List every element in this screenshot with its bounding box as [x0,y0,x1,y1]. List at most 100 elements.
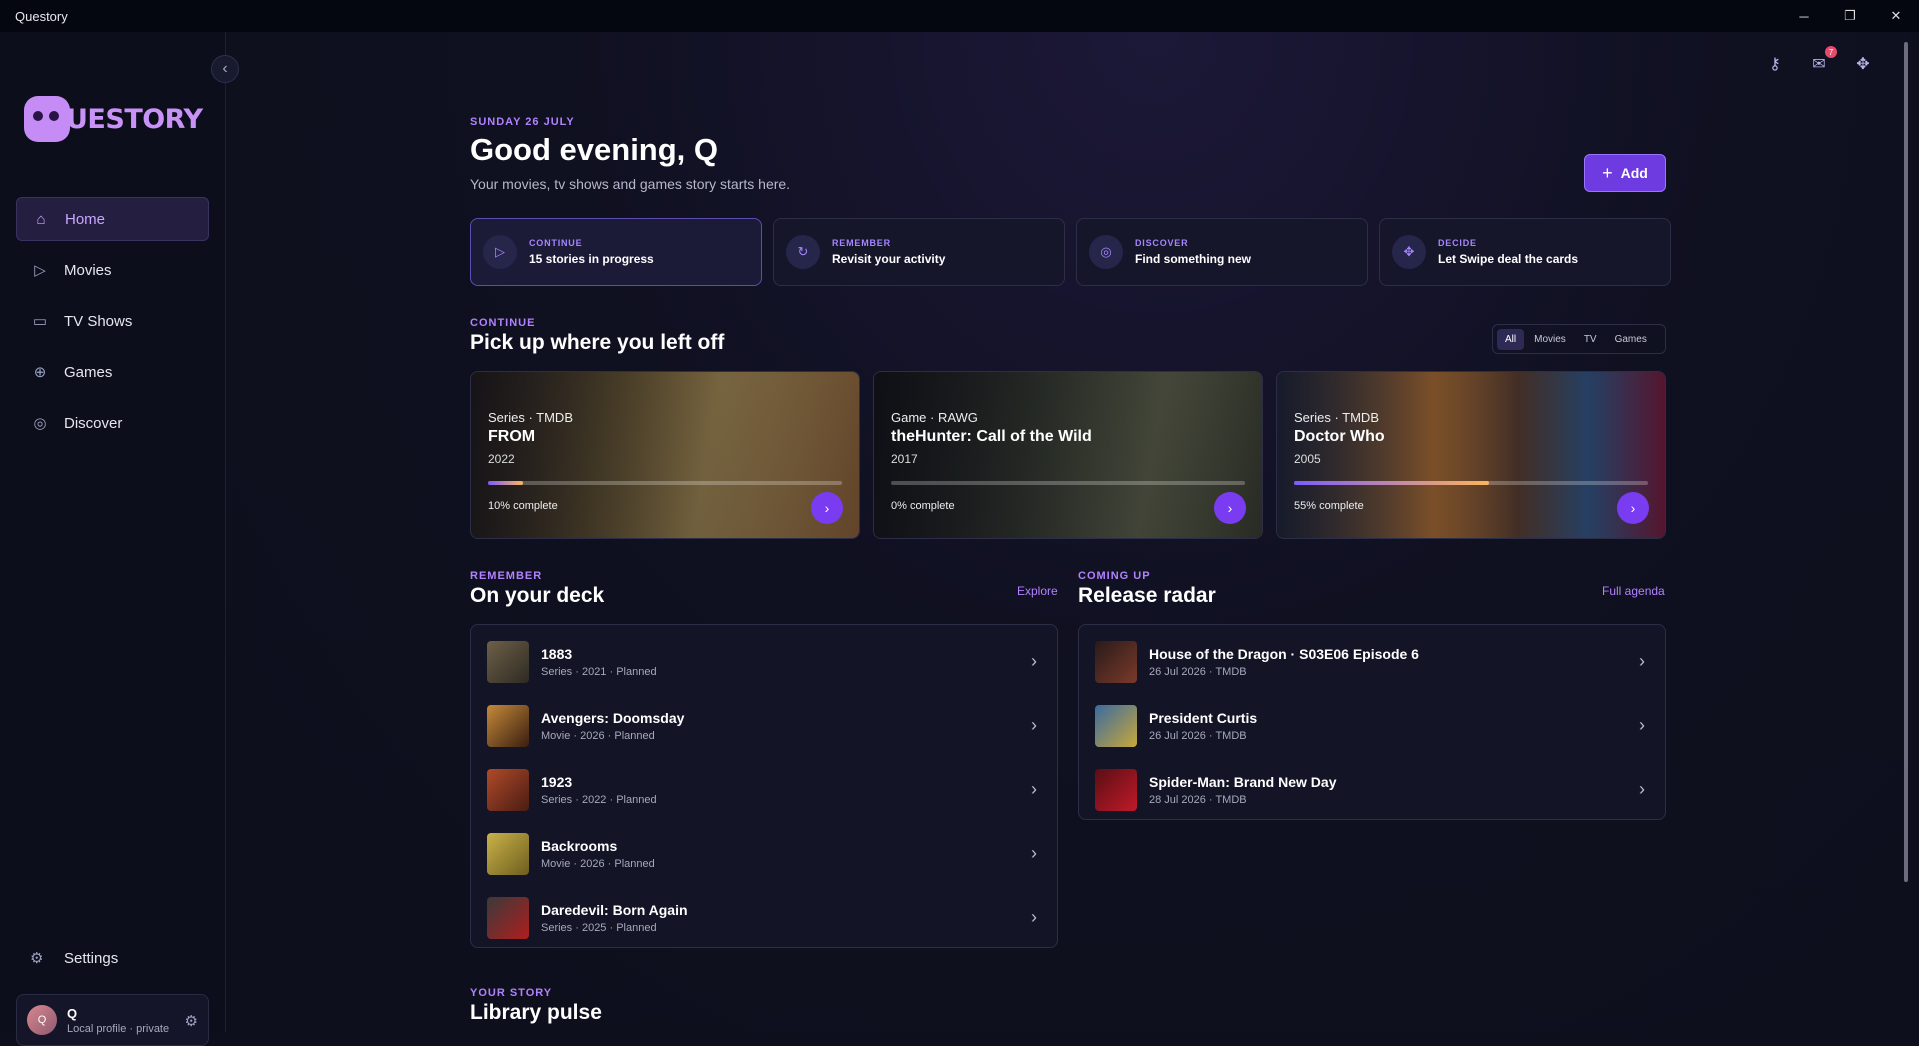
tv-icon: ▭ [32,313,48,330]
section-title: Release radar [1078,584,1216,607]
action-value: 15 stories in progress [529,252,654,266]
poster-thumbnail [1095,705,1137,747]
section-eyebrow: COMING UP [1078,570,1151,582]
poster-thumbnail [1095,769,1137,811]
action-kicker: DECIDE [1438,238,1477,248]
card-meta: Series · TMDB [1294,410,1379,425]
sidebar-item-label: Movies [64,261,112,279]
sidebar-item-tv-shows[interactable]: ▭ TV Shows [16,299,209,343]
swipe-icon: ✥ [1392,235,1426,269]
scrollbar[interactable] [1901,32,1910,1032]
profile-settings-icon[interactable]: ⚙ [185,1012,198,1030]
chevron-right-icon: › [1639,779,1645,799]
progress-bar [891,481,1245,485]
list-item[interactable]: 1883 Series · 2021 · Planned › [487,639,1073,685]
page-subtitle: Your movies, tv shows and games story st… [470,176,791,192]
item-title: President Curtis [1149,710,1258,726]
item-subtitle: Series · 2025 · Planned [541,922,657,934]
item-title: 1923 [541,774,573,790]
app-logo[interactable]: UESTORY [24,96,203,142]
explore-link[interactable]: Explore [1017,584,1058,598]
logo-text: UESTORY [66,103,203,135]
poster-thumbnail [487,641,529,683]
item-subtitle: 26 Jul 2026 · TMDB [1149,666,1247,678]
sidebar-item-games[interactable]: ⊕ Games [16,350,209,394]
section-eyebrow: REMEMBER [470,570,543,582]
section-eyebrow: CONTINUE [470,317,536,329]
list-item[interactable]: Backrooms Movie · 2026 · Planned › [487,831,1073,877]
action-kicker: DISCOVER [1135,238,1189,248]
action-value: Revisit your activity [832,252,946,266]
continue-arrow-button[interactable]: › [1617,492,1649,524]
item-title: Daredevil: Born Again [541,902,688,918]
sidebar-item-label: TV Shows [64,312,133,330]
continue-arrow-button[interactable]: › [1214,492,1246,524]
action-value: Let Swipe deal the cards [1438,252,1579,266]
discover-icon: ◎ [33,415,47,432]
action-discover[interactable]: ◎ DISCOVER Find something new [1076,218,1368,286]
action-kicker: CONTINUE [529,238,583,248]
profile-subtitle: Local profile · private [67,1022,170,1035]
scrollbar-thumb[interactable] [1904,42,1908,882]
list-item[interactable]: House of the Dragon · S03E06 Episode 6 26… [1095,639,1681,685]
card-title: FROM [488,428,536,445]
chevron-right-icon: › [1031,651,1037,671]
sidebar-item-label: Home [65,210,106,228]
gear-icon: ⚙ [30,950,44,967]
item-subtitle: Movie · 2026 · Planned [541,858,655,870]
collapse-sidebar-button[interactable]: ‹ [211,55,239,83]
continue-arrow-button[interactable]: › [811,492,843,524]
add-label: Add [1620,165,1648,181]
list-item[interactable]: Spider-Man: Brand New Day 28 Jul 2026 · T… [1095,767,1681,813]
filter-tv[interactable]: TV [1576,329,1605,350]
list-item[interactable]: 1923 Series · 2022 · Planned › [487,767,1073,813]
minimize-button[interactable]: ─ [1781,0,1827,32]
sidebar-item-home[interactable]: ⌂ Home [16,197,209,241]
action-decide[interactable]: ✥ DECIDE Let Swipe deal the cards [1379,218,1671,286]
sidebar-item-movies[interactable]: ▷ Movies [16,248,209,292]
key-icon[interactable]: ⚷ [1763,52,1787,76]
item-title: 1883 [541,646,573,662]
logo-mascot-icon [24,96,70,142]
profile-card[interactable]: Q Q Local profile · private ⚙ [16,994,209,1046]
window-title: Questory [15,8,68,24]
progress-fill [1294,481,1489,485]
poster-thumbnail [487,833,529,875]
item-title: Avengers: Doomsday [541,710,685,726]
card-year: 2017 [891,452,918,466]
add-button[interactable]: + Add [1584,154,1666,192]
deck-header: REMEMBER On your deck [470,570,604,608]
action-remember[interactable]: ↻ REMEMBER Revisit your activity [773,218,1065,286]
gamepad-icon: ⊕ [33,364,47,381]
action-continue[interactable]: ▷ CONTINUE 15 stories in progress [470,218,762,286]
filter-games[interactable]: Games [1607,329,1655,350]
continue-card[interactable]: Series · TMDB Doctor Who 2005 55% comple… [1276,371,1666,539]
section-title: On your deck [470,584,605,607]
sidebar: UESTORY ⌂ Home ▷ Movies ▭ TV Shows ⊕ Gam… [0,32,226,1046]
filter-movies[interactable]: Movies [1526,329,1574,350]
progress-bar [488,481,842,485]
list-item[interactable]: President Curtis 26 Jul 2026 · TMDB › [1095,703,1681,749]
full-agenda-link[interactable]: Full agenda [1602,584,1665,598]
sidebar-nav: ⌂ Home ▷ Movies ▭ TV Shows ⊕ Games ◎ Dis… [16,197,209,452]
sidebar-item-discover[interactable]: ◎ Discover [16,401,209,445]
history-icon: ↻ [786,235,820,269]
card-title: Doctor Who [1294,428,1385,445]
poster-thumbnail [487,897,529,939]
filter-all[interactable]: All [1497,328,1525,350]
inbox-button[interactable]: ✉ 7 [1807,46,1837,76]
item-title: Spider-Man: Brand New Day [1149,774,1337,790]
avatar: Q [27,1005,57,1035]
maximize-button[interactable]: ❐ [1827,0,1873,32]
sidebar-item-settings[interactable]: ⚙ Settings [16,938,209,978]
progress-bar [1294,481,1648,485]
continue-card[interactable]: Game · RAWG theHunter: Call of the Wild … [873,371,1263,539]
continue-card[interactable]: Series · TMDB FROM 2022 10% complete › [470,371,860,539]
title-bar: Questory ─ ❐ ✕ [0,0,1919,32]
notification-badge: 7 [1825,46,1837,58]
list-item[interactable]: Daredevil: Born Again Series · 2025 · Pla… [487,895,1073,941]
list-item[interactable]: Avengers: Doomsday Movie · 2026 · Planned… [487,703,1073,749]
swipe-icon[interactable]: ✥ [1851,52,1875,76]
card-meta: Series · TMDB [488,410,573,425]
close-button[interactable]: ✕ [1873,0,1919,32]
